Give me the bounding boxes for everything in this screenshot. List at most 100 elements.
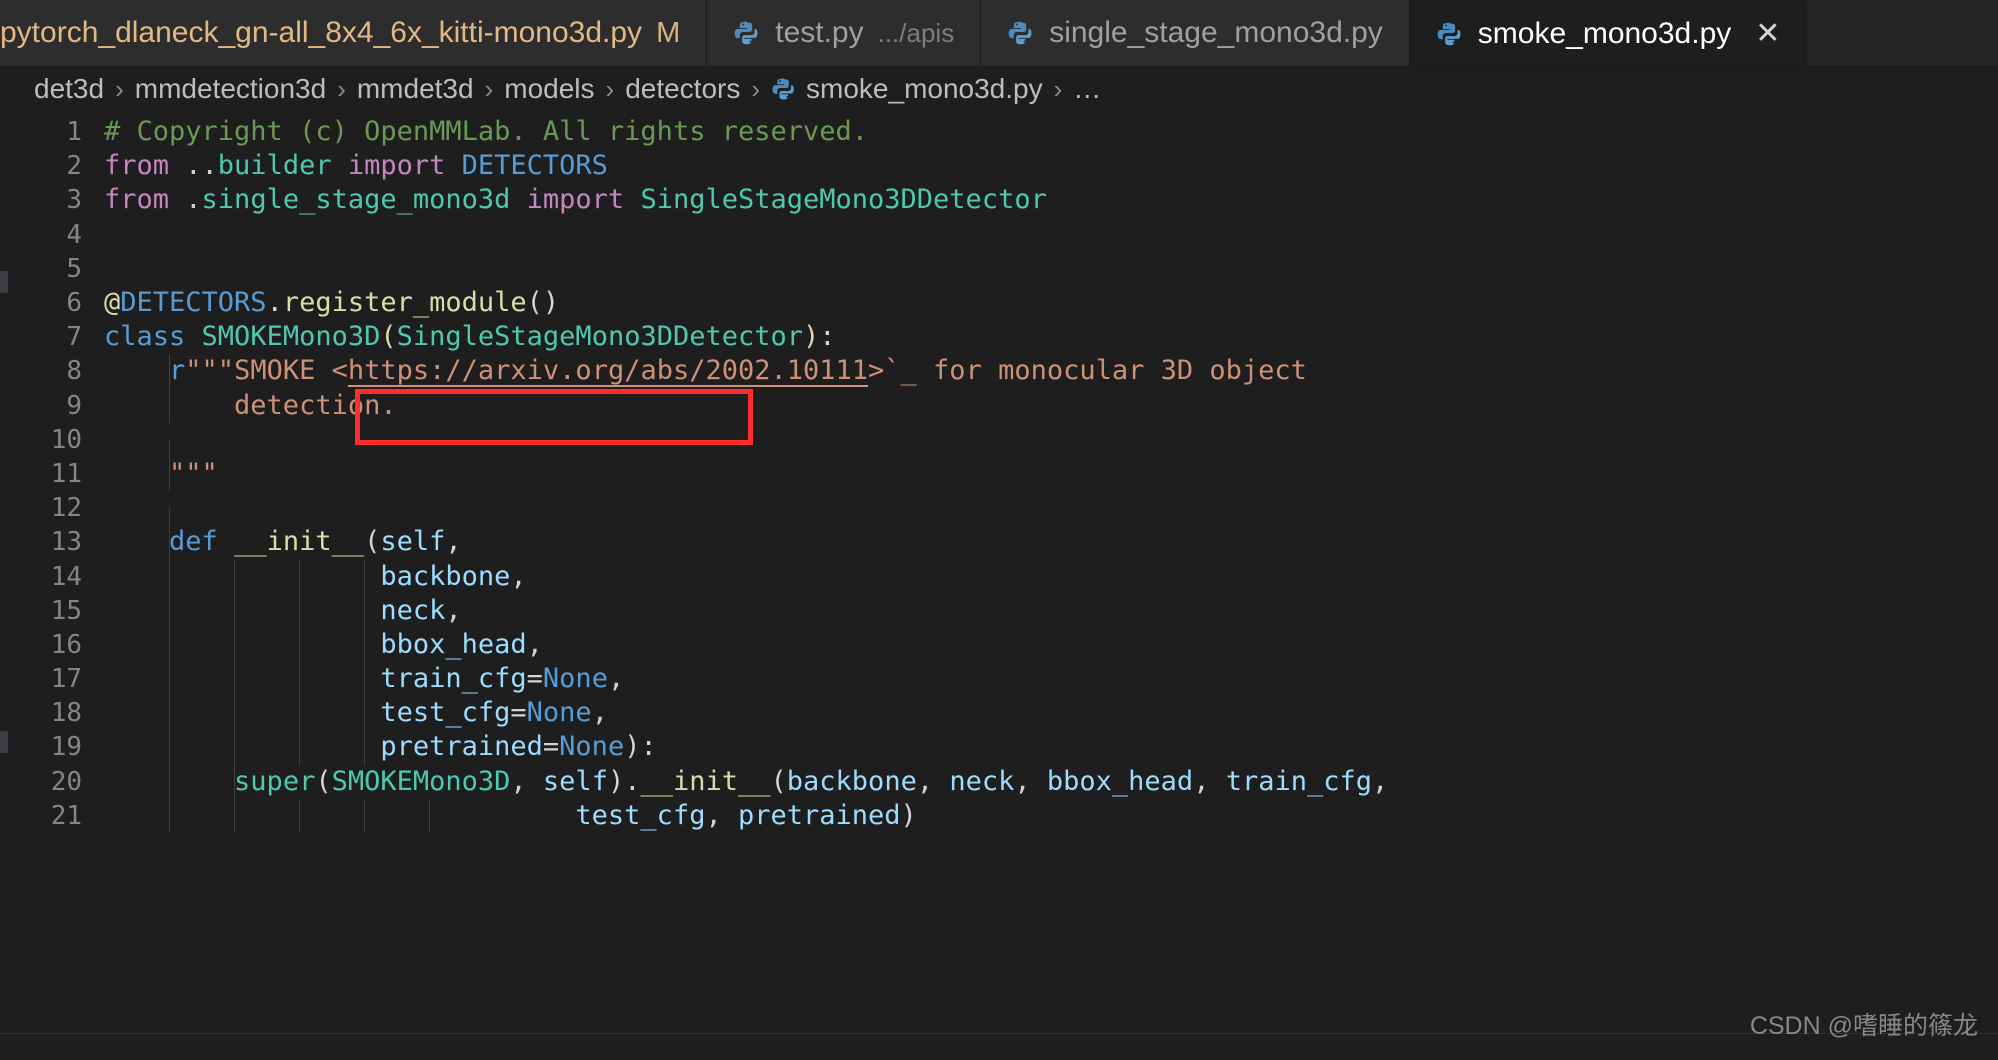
code-line[interactable]: 20 super(SMOKEMono3D, self).__init__(bac… xyxy=(0,764,1998,799)
code-line[interactable]: 18 test_cfg=None, xyxy=(0,696,1998,731)
tab-smoke-mono3d[interactable]: smoke_mono3d.py ✕ xyxy=(1409,0,1808,66)
code-line-content[interactable]: neck, xyxy=(104,593,1998,628)
code-lines[interactable]: 1 # Copyright (c) OpenMMLab. All rights r… xyxy=(0,111,1998,834)
code-line[interactable]: 15 neck, xyxy=(0,593,1998,628)
code-token: https://arxiv.org/abs/2002.10111 xyxy=(347,355,869,387)
line-number: 16 xyxy=(50,629,82,660)
code-line-content[interactable]: from ..builder import DETECTORS xyxy=(104,149,1998,183)
code-token: r xyxy=(169,355,186,387)
breadcrumb-item-models[interactable]: models xyxy=(504,73,594,105)
code-line-content[interactable]: r"""SMOKE <https://arxiv.org/abs/2002.10… xyxy=(104,354,1998,389)
code-line[interactable]: 6 @DETECTORS.register_module() xyxy=(0,286,1998,320)
breadcrumb-item-det3d[interactable]: det3d xyxy=(34,73,104,105)
code-line-content[interactable]: backbone, xyxy=(104,559,1998,594)
indent-guide xyxy=(299,662,300,697)
code-line-content[interactable]: def __init__(self, xyxy=(104,525,1998,560)
code-line[interactable]: 2 from ..builder import DETECTORS xyxy=(0,149,1998,183)
tab-single-stage-mono3d[interactable]: single_stage_mono3d.py xyxy=(981,0,1410,66)
indent-guide xyxy=(169,730,170,765)
code-token: def xyxy=(169,526,235,558)
indent-guide xyxy=(169,354,170,389)
code-line-content[interactable]: test_cfg=None, xyxy=(104,696,1998,731)
code-line-content[interactable]: class SMOKEMono3D(SingleStageMono3DDetec… xyxy=(104,320,1998,354)
code-token: ( xyxy=(315,765,332,797)
tab-label: pytorch_dlaneck_gn-all_8x4_6x_kitti-mono… xyxy=(0,16,643,49)
breadcrumb-item-mmdet3d[interactable]: mmdet3d xyxy=(357,73,474,105)
code-line[interactable]: 17 train_cfg=None, xyxy=(0,662,1998,697)
code-token: class xyxy=(104,321,202,353)
code-token: single_stage_mono3d xyxy=(201,184,527,216)
code-line[interactable]: 12 xyxy=(0,491,1998,543)
chevron-right-icon: › xyxy=(751,73,761,104)
code-token: neck xyxy=(380,594,446,626)
code-line-content[interactable]: train_cfg=None, xyxy=(104,662,1998,697)
code-token: = xyxy=(510,697,527,729)
code-token: : xyxy=(819,321,836,353)
code-token: train_cfg xyxy=(1225,765,1373,797)
indent-guide xyxy=(299,593,300,628)
code-token: = xyxy=(526,663,543,695)
editor-tab-bar: pytorch_dlaneck_gn-all_8x4_6x_kitti-mono… xyxy=(0,0,1998,67)
code-token: self xyxy=(542,765,608,797)
code-token: ) xyxy=(803,321,820,353)
code-line[interactable]: 1 # Copyright (c) OpenMMLab. All rights r… xyxy=(0,115,1998,149)
indent-guide xyxy=(234,559,235,594)
breadcrumb-item-smoke-mono3d[interactable]: smoke_mono3d.py xyxy=(806,73,1043,105)
code-line[interactable]: 3 from .single_stage_mono3d import Single… xyxy=(0,183,1998,217)
line-number: 11 xyxy=(50,458,82,489)
code-line-content[interactable]: # Copyright (c) OpenMMLab. All rights re… xyxy=(104,115,1998,149)
code-token: , xyxy=(510,765,543,797)
breadcrumb-item-mmdetection3d[interactable]: mmdetection3d xyxy=(135,73,326,105)
code-line[interactable]: 13 def __init__(self, xyxy=(0,525,1998,560)
code-line[interactable]: 11 """ xyxy=(0,456,1998,492)
code-line[interactable]: 19 pretrained=None): xyxy=(0,730,1998,765)
indent-guide xyxy=(364,627,365,663)
indent-guide xyxy=(169,593,170,628)
code-line[interactable]: 4 xyxy=(0,218,1998,252)
python-icon xyxy=(771,76,797,102)
code-token: , xyxy=(705,799,738,831)
code-token: SMOKEMono3D xyxy=(201,321,381,353)
line-number: 12 xyxy=(50,493,82,524)
close-icon[interactable]: ✕ xyxy=(1755,19,1780,49)
code-token: , xyxy=(607,663,625,695)
code-line[interactable]: 5 xyxy=(0,252,1998,286)
indent-guide xyxy=(169,696,170,731)
breadcrumb-overflow[interactable]: … xyxy=(1073,73,1102,105)
code-token: .register_module xyxy=(266,287,527,319)
code-token: @ xyxy=(104,287,121,319)
breadcrumb-item-detectors[interactable]: detectors xyxy=(625,73,740,105)
code-line-content[interactable]: @DETECTORS.register_module() xyxy=(104,286,1998,320)
tab-pytorch-dlaneck-config[interactable]: pytorch_dlaneck_gn-all_8x4_6x_kitti-mono… xyxy=(0,0,708,66)
code-token: bbox_head xyxy=(1046,765,1194,797)
tab-test-py[interactable]: test.py .../apis xyxy=(707,0,982,66)
code-token: bbox_head xyxy=(380,628,527,660)
code-line-content[interactable]: from .single_stage_mono3d import SingleS… xyxy=(104,183,1998,217)
code-token: """ xyxy=(104,457,218,489)
code-line[interactable]: 16 bbox_head, xyxy=(0,627,1998,663)
code-token: , xyxy=(591,697,608,729)
code-editor[interactable]: 1 # Copyright (c) OpenMMLab. All rights r… xyxy=(0,111,1998,1060)
code-line-content[interactable]: pretrained=None): xyxy=(104,730,1998,765)
code-token: super xyxy=(234,765,316,797)
code-line[interactable]: 7 class SMOKEMono3D(SingleStageMono3DDete… xyxy=(0,320,1998,354)
code-line-content[interactable]: test_cfg, pretrained) xyxy=(104,798,1998,834)
code-token: DETECTORS xyxy=(120,287,267,319)
code-line[interactable]: 21 test_cfg, pretrained) xyxy=(0,798,1998,834)
vscode-window: pytorch_dlaneck_gn-all_8x4_6x_kitti-mono… xyxy=(0,0,1998,1060)
code-token: , xyxy=(1372,765,1389,797)
code-line-content[interactable]: detection. xyxy=(104,388,1998,423)
code-line[interactable]: 10 xyxy=(0,423,1998,474)
code-line[interactable]: 14 backbone, xyxy=(0,559,1998,594)
code-line-content[interactable]: """ xyxy=(104,456,1998,492)
code-line[interactable]: 9 detection. xyxy=(0,388,1998,423)
code-line[interactable]: 8 r"""SMOKE <https://arxiv.org/abs/2002.… xyxy=(0,354,1998,389)
code-line-content[interactable]: super(SMOKEMono3D, self).__init__(backbo… xyxy=(104,764,1998,799)
code-token: . xyxy=(185,184,202,216)
code-line-content[interactable]: bbox_head, xyxy=(104,627,1998,663)
